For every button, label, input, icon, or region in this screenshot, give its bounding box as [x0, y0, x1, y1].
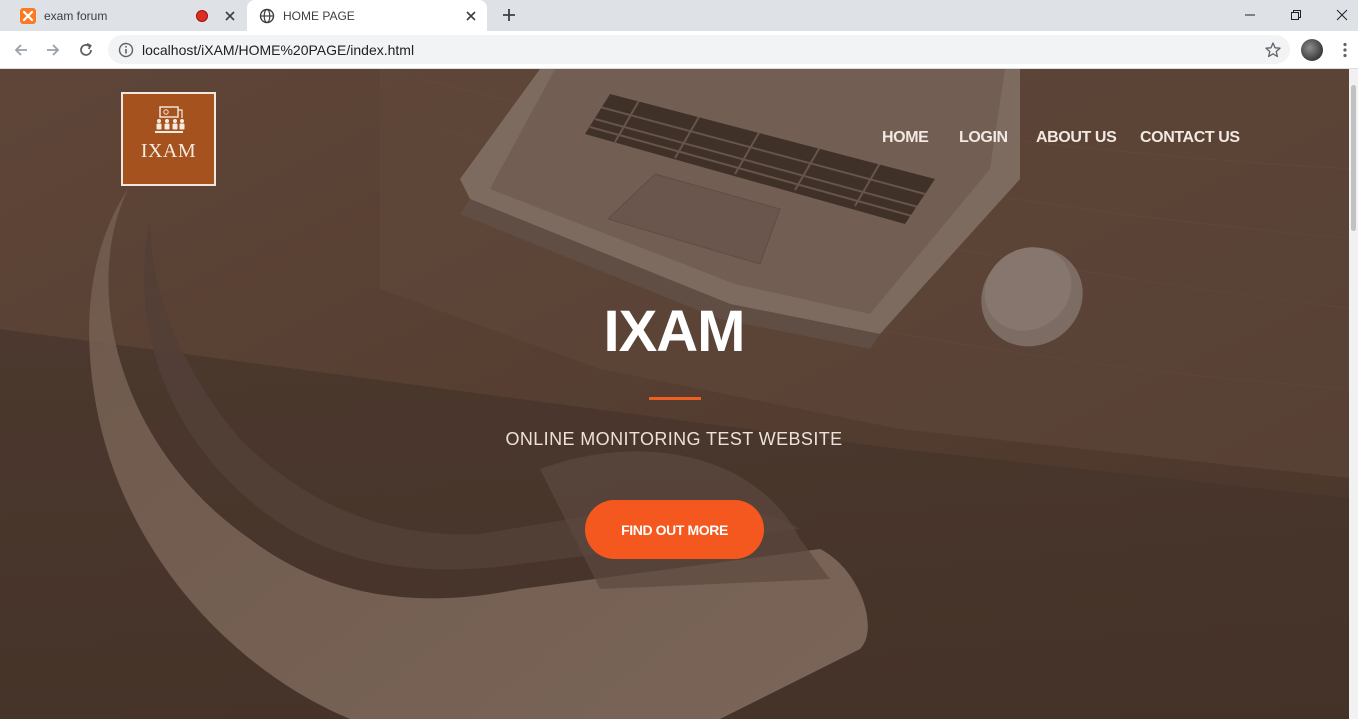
reload-button[interactable]: [72, 36, 100, 64]
scrollbar-thumb[interactable]: [1351, 85, 1356, 231]
close-tab-icon[interactable]: [463, 8, 479, 24]
url-text[interactable]: localhost/iXAM/HOME%20PAGE/index.html: [142, 42, 1264, 58]
profile-avatar[interactable]: [1301, 39, 1323, 61]
arrow-right-icon: [47, 44, 60, 56]
arrow-left-icon: [14, 44, 27, 56]
page-viewport: IXAM HOME LOGIN ABOUT US CONTACT US IXAM…: [0, 69, 1358, 719]
bookmark-star-icon[interactable]: [1264, 41, 1282, 59]
more-vert-icon: [1343, 42, 1347, 58]
hero-divider: [649, 397, 701, 400]
nav-contact-link[interactable]: CONTACT US: [1140, 129, 1240, 147]
tab-title: exam forum: [44, 8, 108, 23]
hero-subtitle: ONLINE MONITORING TEST WEBSITE: [505, 429, 843, 449]
info-icon[interactable]: [118, 42, 134, 58]
close-icon: [1336, 9, 1348, 21]
plus-icon: [503, 9, 515, 21]
tab-exam-forum[interactable]: exam forum: [0, 0, 246, 31]
forward-button[interactable]: [39, 36, 67, 64]
xampp-icon: [20, 7, 36, 24]
minimize-window-button[interactable]: [1227, 0, 1273, 30]
nav-home-link[interactable]: HOME: [882, 129, 929, 147]
hero-title: IXAM: [603, 299, 746, 364]
close-tab-icon[interactable]: [222, 8, 238, 24]
tab-strip: exam forum HOME PAGE: [0, 0, 1358, 31]
address-bar[interactable]: localhost/iXAM/HOME%20PAGE/index.html: [108, 35, 1290, 64]
main-nav: HOME LOGIN ABOUT US CONTACT US: [0, 129, 1358, 151]
close-window-button[interactable]: [1319, 0, 1358, 30]
restore-icon: [1291, 10, 1301, 20]
browser-menu-button[interactable]: [1335, 39, 1355, 61]
browser-toolbar: localhost/iXAM/HOME%20PAGE/index.html: [0, 31, 1358, 69]
reload-icon: [80, 42, 92, 56]
globe-icon: [259, 8, 275, 23]
page-scrollbar[interactable]: [1349, 69, 1358, 719]
recording-indicator-icon: [196, 9, 208, 22]
tab-home-page[interactable]: HOME PAGE: [247, 0, 487, 31]
restore-window-button[interactable]: [1273, 0, 1319, 30]
minimize-icon: [1245, 14, 1255, 16]
nav-login-link[interactable]: LOGIN: [959, 129, 1008, 147]
tab-title: HOME PAGE: [283, 8, 355, 23]
nav-about-link[interactable]: ABOUT US: [1036, 129, 1117, 147]
back-button[interactable]: [7, 36, 35, 64]
find-out-more-button[interactable]: FIND OUT MORE: [585, 500, 764, 559]
new-tab-button[interactable]: [499, 5, 519, 25]
